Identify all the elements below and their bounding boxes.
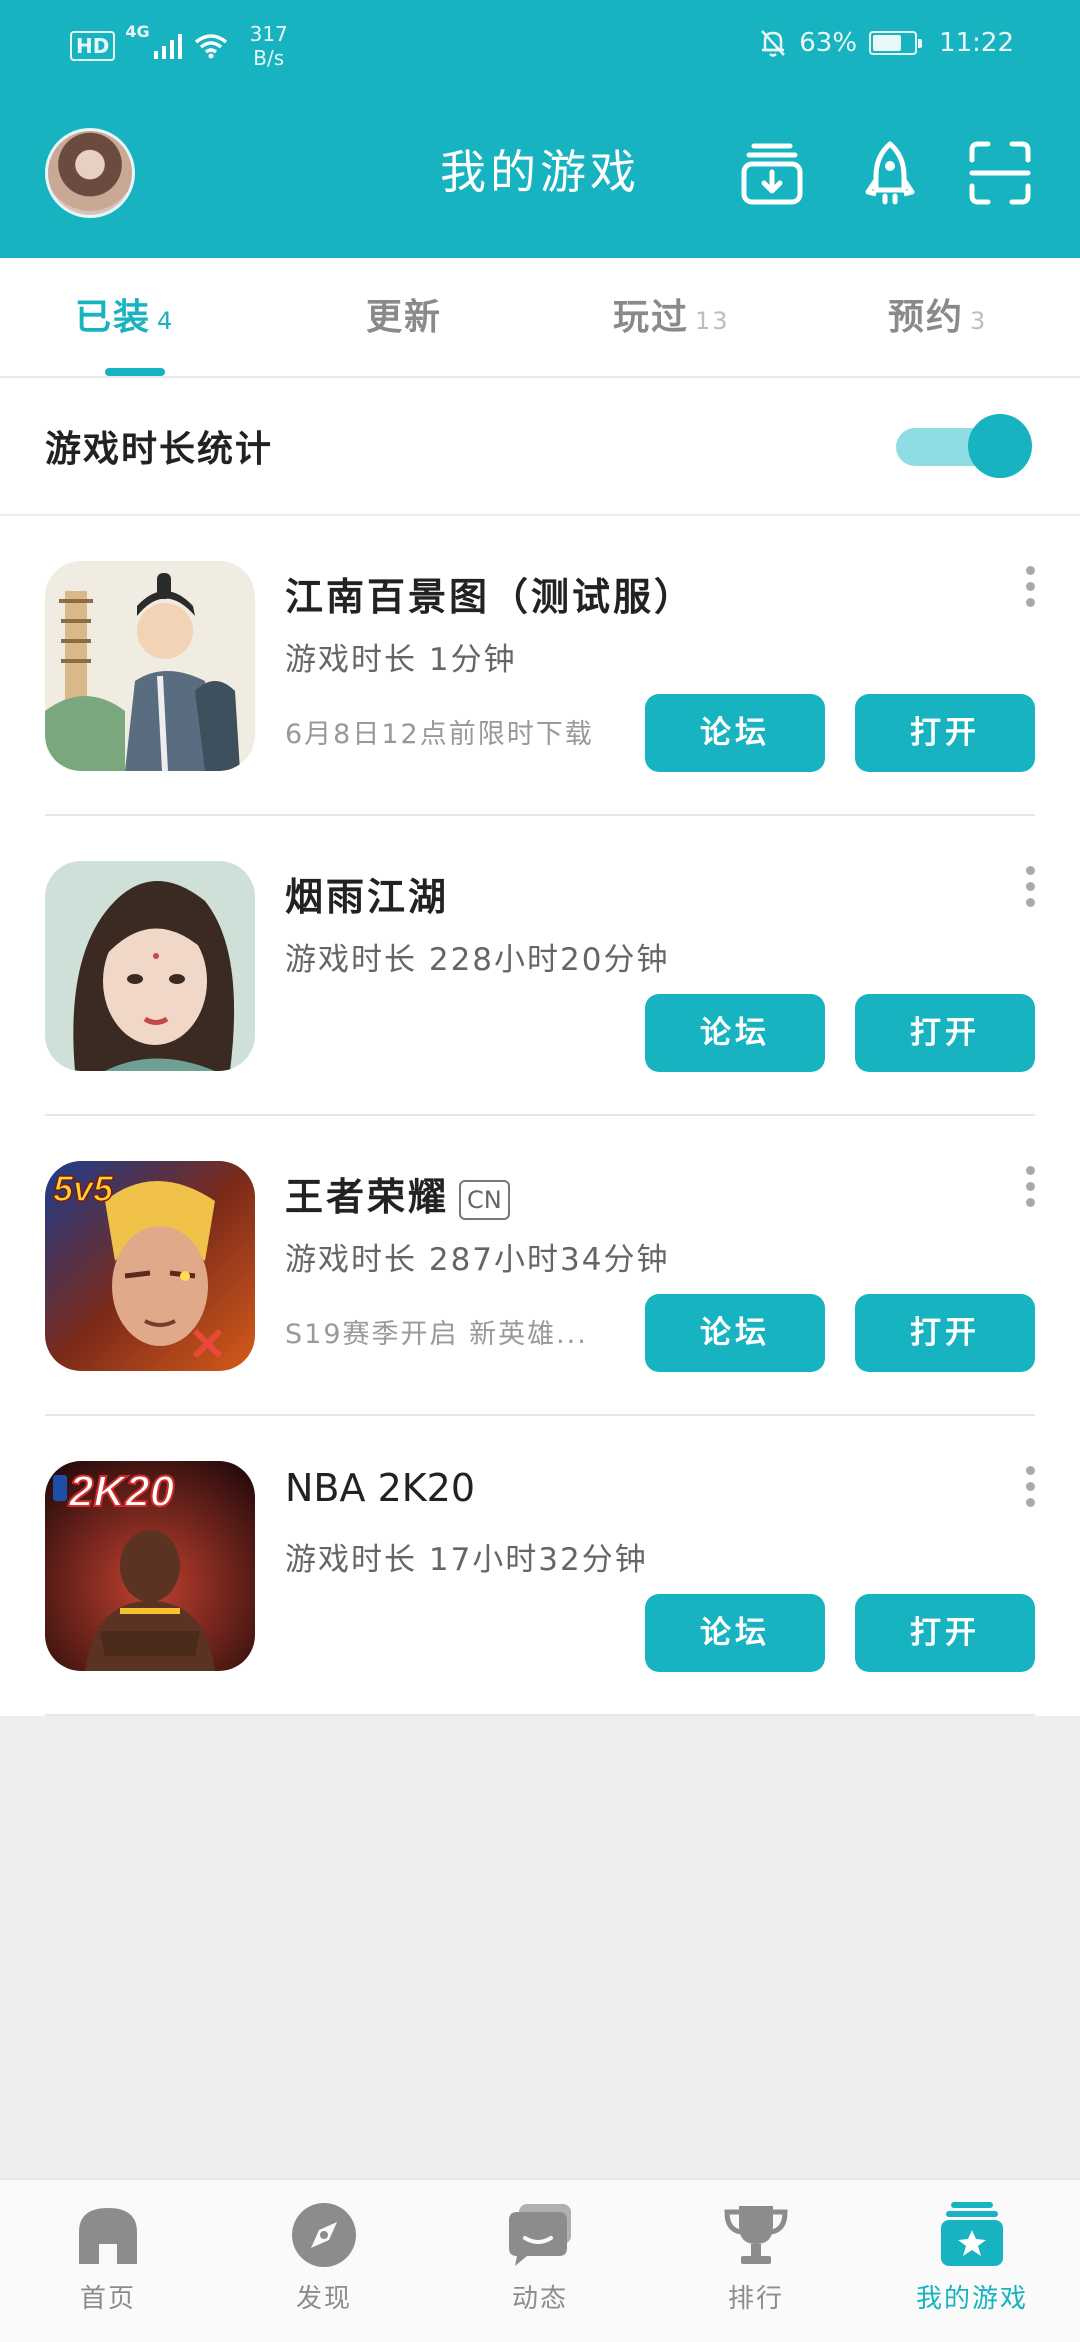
game-playtime: 游戏时长 17小时32分钟 <box>285 1542 648 1578</box>
game-item[interactable]: 江南百景图（测试服） 游戏时长 1分钟 6月8日12点前限时下载 论坛 打开 <box>0 516 1080 816</box>
nav-ranking[interactable]: 排行 <box>648 2200 864 2340</box>
compass-icon <box>292 2203 356 2267</box>
game-name: 王者荣耀 CN <box>285 1166 510 1221</box>
game-note: 6月8日12点前限时下载 <box>285 719 594 750</box>
region-tag: CN <box>459 1179 510 1220</box>
tab-label: 预约 <box>888 297 965 338</box>
game-name: NBA 2K20 <box>285 1466 476 1510</box>
open-button[interactable]: 打开 <box>855 994 1035 1072</box>
playtime-stats-row: 游戏时长统计 <box>0 378 1080 514</box>
game-icon-wangzhe[interactable]: 5v5 <box>45 1161 255 1371</box>
forum-button[interactable]: 论坛 <box>645 994 825 1072</box>
game-icon-jiangnan[interactable] <box>45 561 255 771</box>
nav-label: 首页 <box>79 2284 136 2314</box>
game-name-text: 王者荣耀 <box>285 1175 450 1219</box>
game-icon-nba2k20[interactable]: 2K20 <box>45 1461 255 1671</box>
game-list: 江南百景图（测试服） 游戏时长 1分钟 6月8日12点前限时下载 论坛 打开 烟… <box>0 516 1080 1716</box>
game-playtime: 游戏时长 228小时20分钟 <box>285 942 670 978</box>
tab-active-indicator <box>105 368 165 376</box>
open-button[interactable]: 打开 <box>855 1294 1035 1372</box>
tab-count: 4 <box>157 307 175 335</box>
more-options-icon[interactable] <box>1020 1166 1040 1216</box>
more-options-icon[interactable] <box>1020 1466 1040 1516</box>
tab-bar: 已装 4 更新 玩过 13 预约 3 <box>0 258 1080 378</box>
clock: 11:22 <box>939 28 1014 58</box>
game-item[interactable]: 2K20 NBA 2K20 游戏时长 17小时32分钟 论坛 打开 <box>0 1416 1080 1716</box>
bottom-nav: 首页 发现 动态 排行 我的游戏 <box>0 2178 1080 2342</box>
hd-indicator: HD <box>70 31 116 61</box>
nav-home[interactable]: 首页 <box>0 2200 216 2340</box>
signal-icon <box>153 34 182 59</box>
divider <box>45 1714 1035 1716</box>
game-item[interactable]: 烟雨江湖 游戏时长 228小时20分钟 论坛 打开 <box>0 816 1080 1116</box>
tab-played[interactable]: 玩过 13 <box>613 288 730 340</box>
tab-reserved[interactable]: 预约 3 <box>888 288 987 340</box>
battery-percent: 63% <box>799 28 858 58</box>
home-icon <box>79 2208 137 2264</box>
download-manager-icon[interactable] <box>740 140 804 206</box>
tab-installed[interactable]: 已装 4 <box>75 288 174 340</box>
nav-feed[interactable]: 动态 <box>432 2200 648 2340</box>
tab-count: 13 <box>695 307 730 335</box>
status-bar: HD 4G 317 B/s 63% 11:22 <box>0 0 1080 90</box>
network-speed: 317 B/s <box>250 22 288 70</box>
nba-logo-text: 2K20 <box>68 1467 175 1516</box>
forum-button[interactable]: 论坛 <box>645 694 825 772</box>
tab-label: 玩过 <box>613 297 690 338</box>
wifi-icon <box>194 34 227 59</box>
game-icon-yanyu[interactable] <box>45 861 255 1071</box>
rocket-icon[interactable] <box>858 140 922 206</box>
tab-label: 更新 <box>366 297 443 338</box>
game-playtime: 游戏时长 287小时34分钟 <box>285 1242 670 1278</box>
forum-button[interactable]: 论坛 <box>645 1594 825 1672</box>
speed-unit: B/s <box>253 46 285 70</box>
forum-button[interactable]: 论坛 <box>645 1294 825 1372</box>
nav-label: 我的游戏 <box>915 2284 1028 2314</box>
wzry-badge-text: 5v5 <box>53 1168 114 1209</box>
more-options-icon[interactable] <box>1020 866 1040 916</box>
game-name: 江南百景图（测试服） <box>285 575 696 619</box>
scan-icon[interactable] <box>968 140 1032 206</box>
trophy-icon <box>724 2206 788 2264</box>
bell-muted-icon <box>761 30 786 57</box>
tab-count: 3 <box>970 307 988 335</box>
nav-label: 排行 <box>727 2284 784 2314</box>
game-name: 烟雨江湖 <box>285 875 450 919</box>
playtime-stats-toggle[interactable] <box>896 414 1032 478</box>
more-options-icon[interactable] <box>1020 566 1040 616</box>
nav-my-games[interactable]: 我的游戏 <box>864 2200 1080 2340</box>
chat-icon <box>509 2204 571 2266</box>
nav-label: 发现 <box>295 2284 352 2314</box>
header: HD 4G 317 B/s 63% 11:22 我的游戏 <box>0 0 1080 258</box>
nav-discover[interactable]: 发现 <box>216 2200 432 2340</box>
tab-update[interactable]: 更新 <box>366 288 442 340</box>
nav-label: 动态 <box>511 2284 568 2314</box>
playtime-stats-label: 游戏时长统计 <box>45 429 274 470</box>
speed-value: 317 <box>249 22 288 46</box>
network-type: 4G <box>125 22 150 41</box>
battery-icon <box>869 31 923 55</box>
game-item[interactable]: 5v5 王者荣耀 CN 游戏时长 287小时34分钟 S19赛季开启 新英雄...… <box>0 1116 1080 1416</box>
open-button[interactable]: 打开 <box>855 1594 1035 1672</box>
game-playtime: 游戏时长 1分钟 <box>285 642 517 678</box>
my-games-icon <box>941 2202 1003 2266</box>
game-note: S19赛季开启 新英雄... <box>285 1319 588 1350</box>
open-button[interactable]: 打开 <box>855 694 1035 772</box>
tab-label: 已装 <box>75 297 152 338</box>
